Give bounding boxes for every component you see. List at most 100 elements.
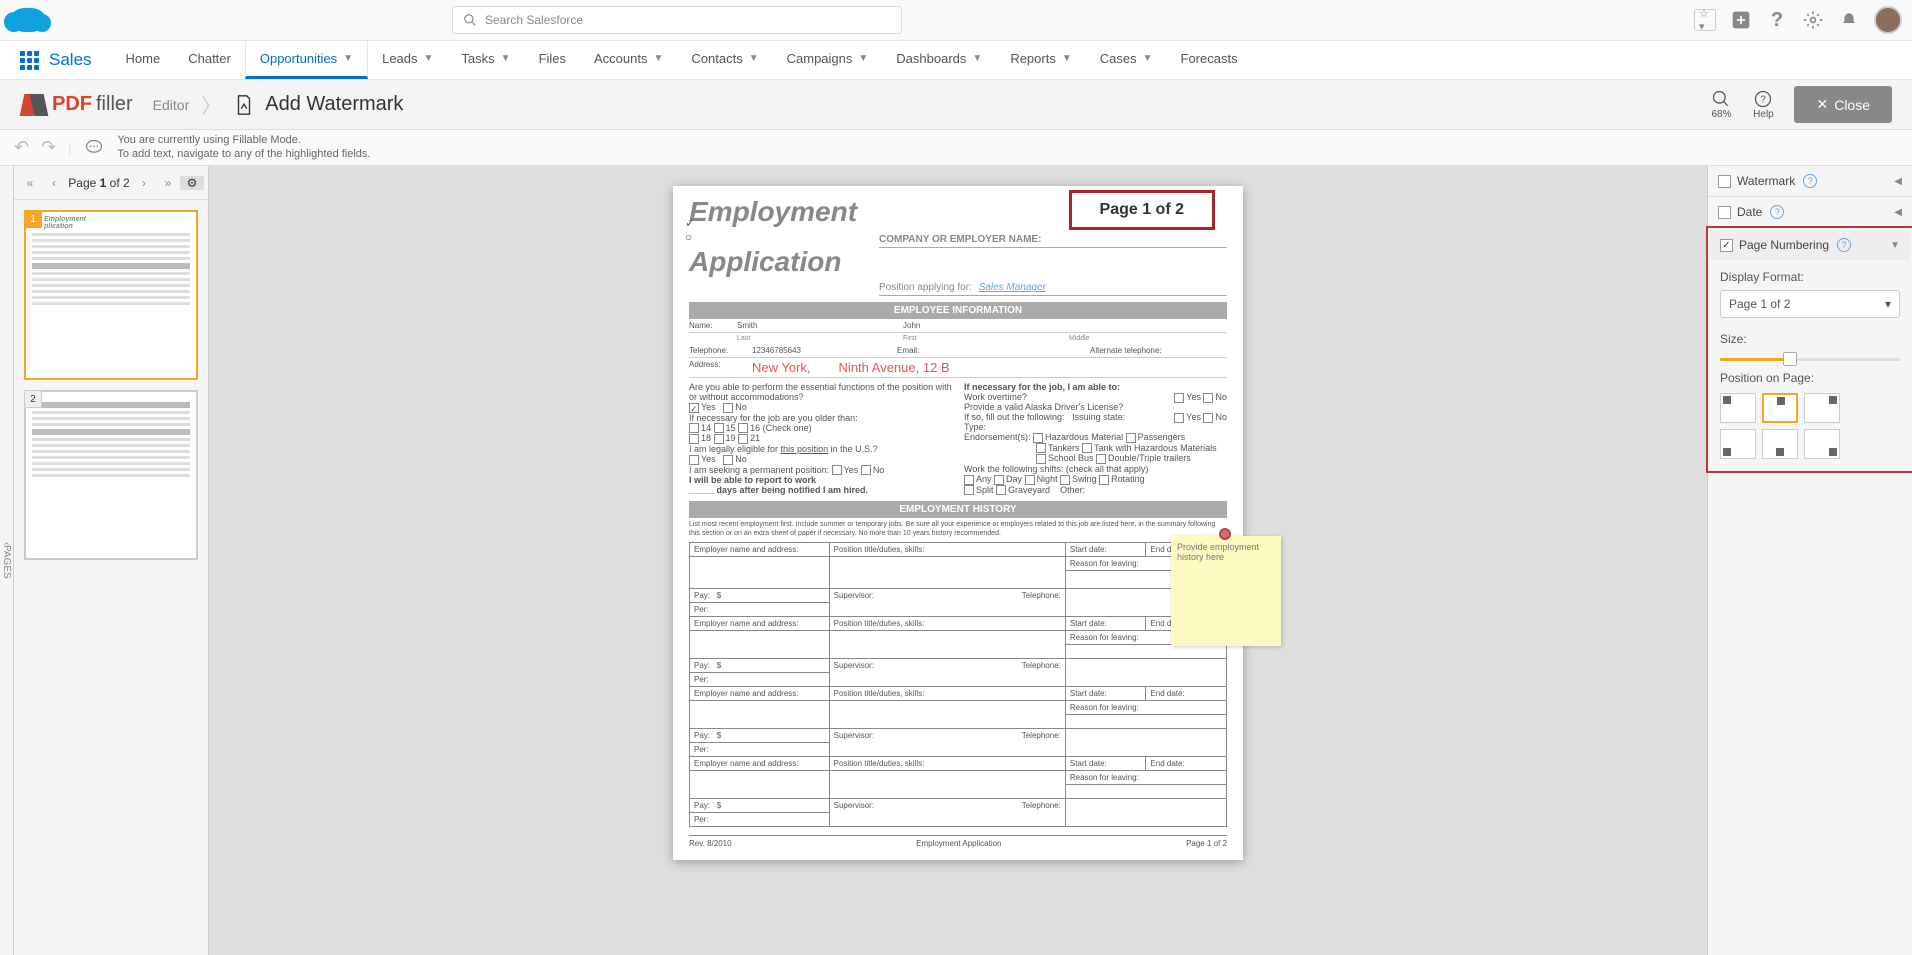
- thumbnail-page-1[interactable]: 1 Employmentplication: [24, 210, 198, 380]
- info-bubble-icon: [83, 138, 105, 158]
- thumbnails-list: 1 Employmentplication 2: [14, 200, 208, 570]
- document-viewport[interactable]: Page 1 of 2 ✓○ Employment COMPANY OR EMP…: [209, 166, 1707, 955]
- size-slider[interactable]: [1720, 358, 1900, 361]
- thumbnails-panel: « ‹ Page 1 of 2 › » ⚙ 1 Employmentplicat…: [14, 166, 209, 955]
- pin-icon: [1219, 528, 1231, 540]
- display-format-label: Display Format:: [1720, 270, 1900, 284]
- main-area: ‹ PAGES « ‹ Page 1 of 2 › » ⚙ 1 Employme…: [0, 166, 1912, 955]
- zoom-control[interactable]: 68%: [1710, 89, 1732, 120]
- tab-dashboards[interactable]: Dashboards▼: [882, 41, 996, 79]
- tab-leads[interactable]: Leads▼: [368, 41, 447, 79]
- position-bottom-right[interactable]: [1804, 429, 1840, 459]
- checkbox-unchecked[interactable]: [1718, 175, 1731, 188]
- tab-campaigns[interactable]: Campaigns▼: [773, 41, 883, 79]
- position-bottom-left[interactable]: [1720, 429, 1756, 459]
- pages-panel-toggle[interactable]: ‹ PAGES: [0, 166, 14, 955]
- search-placeholder: Search Salesforce: [485, 13, 583, 27]
- breadcrumb-editor[interactable]: Editor: [153, 97, 190, 113]
- favorites-dropdown[interactable]: ☆ ▾: [1694, 9, 1716, 31]
- doc-footer: Rev. 8/2010Employment ApplicationPage 1 …: [689, 835, 1227, 848]
- help-control[interactable]: ? Help: [1752, 89, 1774, 120]
- info-icon[interactable]: ?: [1803, 174, 1817, 188]
- tab-forecasts[interactable]: Forecasts: [1167, 41, 1252, 79]
- tab-cases[interactable]: Cases▼: [1086, 41, 1167, 79]
- svg-text:?: ?: [1761, 94, 1767, 105]
- salesforce-nav: Sales Home Chatter Opportunities▼ Leads▼…: [0, 40, 1912, 80]
- add-icon[interactable]: [1730, 9, 1752, 31]
- tab-contacts[interactable]: Contacts▼: [677, 41, 772, 79]
- app-launcher[interactable]: Sales: [0, 50, 112, 70]
- position-top-center[interactable]: [1762, 393, 1798, 423]
- right-questions: If necessary for the job, I am able to: …: [964, 382, 1227, 495]
- form-radio-group[interactable]: ✓○: [685, 216, 695, 244]
- date-toggle[interactable]: Date ? ◀: [1708, 197, 1912, 227]
- toolbar-right: 68% ? Help ✕ Close: [1710, 86, 1892, 123]
- breadcrumb-current: Add Watermark: [233, 93, 403, 116]
- info-icon[interactable]: ?: [1770, 205, 1784, 219]
- tab-accounts[interactable]: Accounts▼: [580, 41, 677, 79]
- expand-arrow-icon: ▼: [1890, 240, 1900, 251]
- position-grid: [1720, 393, 1850, 459]
- left-questions: Are you able to perform the essential fu…: [689, 382, 952, 495]
- thumbnail-page-2[interactable]: 2: [24, 390, 198, 560]
- tab-tasks[interactable]: Tasks▼: [447, 41, 524, 79]
- tab-files[interactable]: Files: [525, 41, 580, 79]
- notifications-icon[interactable]: [1838, 9, 1860, 31]
- close-button[interactable]: ✕ Close: [1794, 86, 1892, 123]
- checkbox-unchecked[interactable]: [1718, 206, 1731, 219]
- page-last-button[interactable]: »: [156, 176, 180, 190]
- tab-reports[interactable]: Reports▼: [996, 41, 1085, 79]
- setup-gear-icon[interactable]: [1802, 9, 1824, 31]
- info-icon[interactable]: ?: [1837, 238, 1851, 252]
- page-numbering-body: Display Format: Page 1 of 2 ▾ Size: Posi…: [1710, 260, 1910, 469]
- slider-knob[interactable]: [1783, 352, 1797, 366]
- page-next-button[interactable]: ›: [132, 176, 156, 190]
- tab-chatter[interactable]: Chatter: [174, 41, 245, 79]
- page-number-watermark: Page 1 of 2: [1069, 190, 1215, 230]
- position-top-left[interactable]: [1720, 393, 1756, 423]
- user-avatar[interactable]: [1874, 6, 1902, 34]
- section-employee-info: EMPLOYEE INFORMATION: [689, 302, 1227, 319]
- position-line: Position applying for: Sales Manager: [879, 282, 1227, 296]
- doc-title-2: Application: [689, 248, 1227, 276]
- section-page-numbering: ✓ Page Numbering ? ▼ Display Format: Pag…: [1706, 226, 1912, 473]
- page-navigator: « ‹ Page 1 of 2 › » ⚙: [14, 166, 208, 200]
- app-launcher-icon: [20, 51, 39, 70]
- page-first-button[interactable]: «: [18, 176, 42, 190]
- breadcrumb-separator: 〉: [201, 90, 221, 119]
- pdffiller-toolbar: PDFfiller Editor 〉 Add Watermark 68% ? H…: [0, 80, 1912, 130]
- salesforce-header: Search Salesforce ☆ ▾ ?: [0, 0, 1912, 40]
- chevron-down-icon: ▼: [1062, 53, 1072, 64]
- zoom-icon: [1710, 89, 1732, 109]
- tab-home[interactable]: Home: [112, 41, 175, 79]
- info-message: You are currently using Fillable Mode. T…: [117, 134, 370, 160]
- page-numbering-toggle[interactable]: ✓ Page Numbering ? ▼: [1710, 230, 1910, 260]
- search-icon: [463, 13, 477, 27]
- app-name: Sales: [49, 50, 92, 70]
- chevron-down-icon: ▼: [749, 53, 759, 64]
- redo-button[interactable]: ↷: [41, 137, 56, 158]
- checkbox-checked[interactable]: ✓: [1720, 239, 1733, 252]
- nav-tabs: Home Chatter Opportunities▼ Leads▼ Tasks…: [112, 41, 1252, 79]
- chevron-down-icon: ▼: [501, 53, 511, 64]
- help-icon[interactable]: ?: [1766, 9, 1788, 31]
- page-prev-button[interactable]: ‹: [42, 176, 66, 190]
- chevron-down-icon: ▼: [654, 53, 664, 64]
- page-settings-button[interactable]: ⚙: [180, 176, 204, 190]
- tab-opportunities[interactable]: Opportunities▼: [245, 41, 368, 79]
- global-search[interactable]: Search Salesforce: [452, 6, 902, 34]
- help-circle-icon: ?: [1752, 89, 1774, 109]
- chevron-down-icon: ▼: [972, 53, 982, 64]
- header-utility-icons: ☆ ▾ ?: [1694, 6, 1902, 34]
- employment-table: Employer name and address:Position title…: [689, 542, 1227, 827]
- watermark-toggle[interactable]: Watermark ? ◀: [1708, 166, 1912, 196]
- section-date: Date ? ◀: [1708, 197, 1912, 228]
- pdffiller-logo: PDFfiller: [20, 91, 133, 119]
- breadcrumb: Editor 〉 Add Watermark: [153, 90, 404, 119]
- sticky-note[interactable]: Provide employment history here: [1171, 536, 1281, 646]
- position-bottom-center[interactable]: [1762, 429, 1798, 459]
- undo-button[interactable]: ↶: [14, 137, 29, 158]
- chevron-down-icon: ▼: [343, 53, 353, 64]
- display-format-select[interactable]: Page 1 of 2 ▾: [1720, 290, 1900, 318]
- position-top-right[interactable]: [1804, 393, 1840, 423]
